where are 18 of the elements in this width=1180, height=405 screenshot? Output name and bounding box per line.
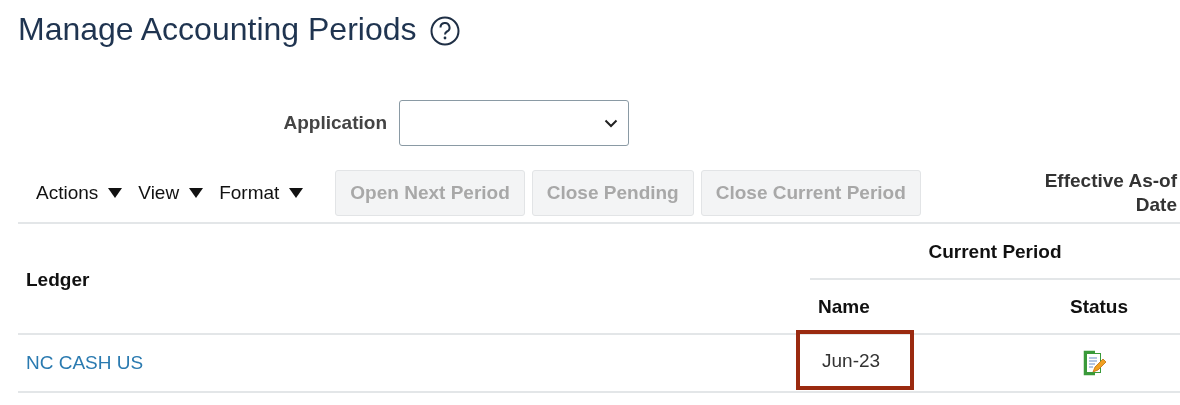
caret-icon — [189, 188, 204, 198]
page-title: Manage Accounting Periods — [18, 10, 417, 48]
application-select[interactable] — [399, 100, 629, 146]
help-icon[interactable] — [430, 16, 461, 46]
menu-button[interactable]: View — [138, 182, 204, 204]
column-header: Ledger — [25, 267, 91, 292]
effective-date-label: Effective As-of Date — [1043, 169, 1178, 217]
caret-icon — [289, 188, 304, 198]
column-header: Name — [817, 294, 871, 319]
chevron-down-icon — [604, 118, 618, 128]
menu-button[interactable]: Format — [219, 182, 304, 204]
caret-icon — [108, 188, 123, 198]
field-label: Application — [282, 112, 387, 134]
ledger-link[interactable]: NC CASH US — [26, 352, 144, 373]
table-cell: Jun-23 — [796, 330, 915, 390]
menu-button[interactable]: Actions — [36, 182, 123, 204]
column-group-header: Current Period — [810, 226, 1180, 280]
column-header: Status — [1068, 294, 1130, 319]
